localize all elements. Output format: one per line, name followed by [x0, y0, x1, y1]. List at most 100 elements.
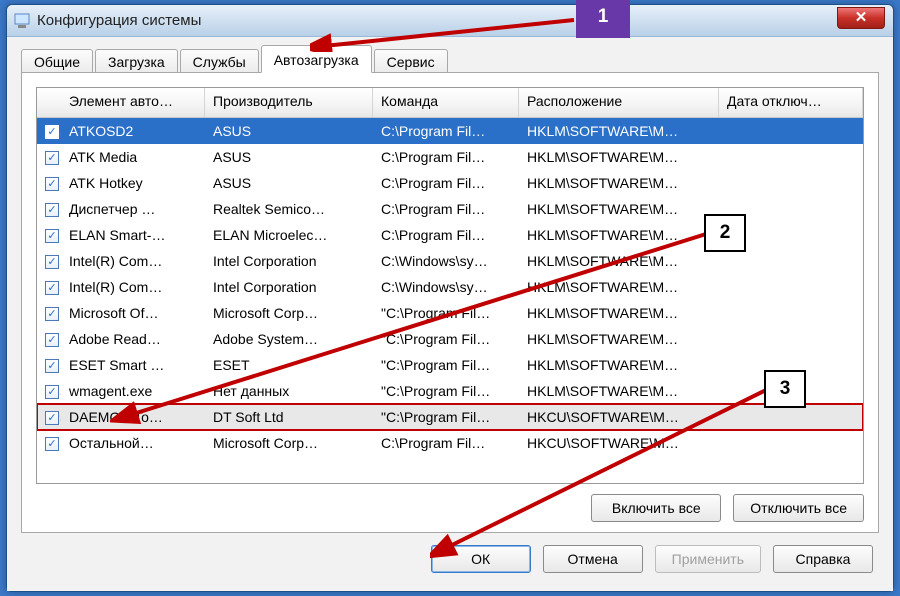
- table-row[interactable]: ✓ATK MediaASUSC:\Program Fil…HKLM\SOFTWA…: [37, 144, 863, 170]
- col-element[interactable]: Элемент авто…: [61, 88, 205, 117]
- tab-2[interactable]: Службы: [180, 49, 259, 73]
- cell-cmd: C:\Program Fil…: [373, 433, 519, 453]
- cell-element: ATK Media: [61, 147, 205, 167]
- cell-mf: ASUS: [205, 147, 373, 167]
- cell-loc: HKLM\SOFTWARE\M…: [519, 173, 719, 193]
- cell-mf: ASUS: [205, 121, 373, 141]
- cell-loc: HKLM\SOFTWARE\M…: [519, 199, 719, 219]
- row-checkbox[interactable]: ✓: [45, 229, 59, 243]
- cell-element: ESET Smart …: [61, 355, 205, 375]
- col-date-disabled[interactable]: Дата отключ…: [719, 88, 863, 117]
- cell-loc: HKLM\SOFTWARE\M…: [519, 121, 719, 141]
- tab-4[interactable]: Сервис: [374, 49, 448, 73]
- row-checkbox[interactable]: ✓: [45, 203, 59, 217]
- cell-date: [719, 415, 863, 419]
- table-row[interactable]: ✓Microsoft Of…Microsoft Corp…"C:\Program…: [37, 300, 863, 326]
- row-checkbox[interactable]: ✓: [45, 281, 59, 295]
- row-checkbox[interactable]: ✓: [45, 385, 59, 399]
- table-row[interactable]: ✓Intel(R) Com…Intel CorporationC:\Window…: [37, 274, 863, 300]
- cell-date: [719, 441, 863, 445]
- cell-loc: HKCU\SOFTWARE\M…: [519, 433, 719, 453]
- table-row[interactable]: ✓ATKOSD2ASUSC:\Program Fil…HKLM\SOFTWARE…: [37, 118, 863, 144]
- cell-mf: ESET: [205, 355, 373, 375]
- cancel-button[interactable]: Отмена: [543, 545, 643, 573]
- row-checkbox[interactable]: ✓: [45, 333, 59, 347]
- tab-0[interactable]: Общие: [21, 49, 93, 73]
- cell-cmd: "C:\Program Fil…: [373, 355, 519, 375]
- ok-button[interactable]: ОК: [431, 545, 531, 573]
- cell-date: [719, 207, 863, 211]
- annotation-2: 2: [704, 214, 746, 252]
- cell-element: Intel(R) Com…: [61, 251, 205, 271]
- cell-cmd: C:\Windows\sy…: [373, 251, 519, 271]
- cell-loc: HKLM\SOFTWARE\M…: [519, 329, 719, 349]
- titlebar[interactable]: Конфигурация системы ✕: [7, 5, 893, 37]
- table-row[interactable]: ✓DAEMON To…DT Soft Ltd"C:\Program Fil…HK…: [37, 404, 863, 430]
- cell-loc: HKLM\SOFTWARE\M…: [519, 147, 719, 167]
- cell-loc: HKLM\SOFTWARE\M…: [519, 225, 719, 245]
- col-manufacturer[interactable]: Производитель: [205, 88, 373, 117]
- col-checkbox[interactable]: [37, 88, 61, 117]
- annotation-1: 1: [576, 0, 630, 38]
- pane-button-row: Включить все Отключить все: [36, 484, 864, 522]
- table-row[interactable]: ✓ATK HotkeyASUSC:\Program Fil…HKLM\SOFTW…: [37, 170, 863, 196]
- cell-mf: Realtek Semico…: [205, 199, 373, 219]
- app-icon: [13, 12, 31, 30]
- cell-date: [719, 129, 863, 133]
- cell-cmd: C:\Program Fil…: [373, 199, 519, 219]
- cell-date: [719, 155, 863, 159]
- row-checkbox[interactable]: ✓: [45, 307, 59, 321]
- tab-1[interactable]: Загрузка: [95, 49, 178, 73]
- row-checkbox[interactable]: ✓: [45, 411, 59, 425]
- tab-pane-startup: Элемент авто… Производитель Команда Расп…: [21, 72, 879, 533]
- apply-button[interactable]: Применить: [655, 545, 761, 573]
- cell-cmd: "C:\Program Fil…: [373, 407, 519, 427]
- row-checkbox[interactable]: ✓: [45, 151, 59, 165]
- dialog-button-row: ОК Отмена Применить Справка: [21, 533, 879, 577]
- table-row[interactable]: ✓ESET Smart …ESET"C:\Program Fil…HKLM\SO…: [37, 352, 863, 378]
- window-title: Конфигурация системы: [37, 12, 201, 29]
- cell-date: [719, 181, 863, 185]
- cell-mf: Intel Corporation: [205, 251, 373, 271]
- close-button[interactable]: ✕: [837, 7, 885, 29]
- table-row[interactable]: ✓wmagent.exeНет данных"C:\Program Fil…HK…: [37, 378, 863, 404]
- cell-element: ELAN Smart-…: [61, 225, 205, 245]
- annotation-3: 3: [764, 370, 806, 408]
- cell-mf: Microsoft Corp…: [205, 433, 373, 453]
- cell-cmd: "C:\Program Fil…: [373, 381, 519, 401]
- cell-loc: HKLM\SOFTWARE\M…: [519, 381, 719, 401]
- listview-body[interactable]: ✓ATKOSD2ASUSC:\Program Fil…HKLM\SOFTWARE…: [37, 118, 863, 483]
- table-row[interactable]: ✓Остальной…Microsoft Corp…C:\Program Fil…: [37, 430, 863, 456]
- cell-element: Диспетчер …: [61, 199, 205, 219]
- cell-cmd: C:\Program Fil…: [373, 173, 519, 193]
- cell-element: Microsoft Of…: [61, 303, 205, 323]
- cell-mf: ASUS: [205, 173, 373, 193]
- row-checkbox[interactable]: ✓: [45, 177, 59, 191]
- cell-loc: HKLM\SOFTWARE\M…: [519, 303, 719, 323]
- cell-mf: Нет данных: [205, 381, 373, 401]
- cell-mf: Intel Corporation: [205, 277, 373, 297]
- disable-all-button[interactable]: Отключить все: [733, 494, 864, 522]
- cell-loc: HKCU\SOFTWARE\M…: [519, 407, 719, 427]
- listview-header: Элемент авто… Производитель Команда Расп…: [37, 88, 863, 118]
- cell-date: [719, 285, 863, 289]
- cell-element: DAEMON To…: [61, 407, 205, 427]
- col-location[interactable]: Расположение: [519, 88, 719, 117]
- row-checkbox[interactable]: ✓: [45, 125, 59, 139]
- row-checkbox[interactable]: ✓: [45, 437, 59, 451]
- cell-date: [719, 337, 863, 341]
- cell-date: [719, 259, 863, 263]
- help-button[interactable]: Справка: [773, 545, 873, 573]
- cell-element: ATK Hotkey: [61, 173, 205, 193]
- cell-element: wmagent.exe: [61, 381, 205, 401]
- startup-listview[interactable]: Элемент авто… Производитель Команда Расп…: [36, 87, 864, 484]
- row-checkbox[interactable]: ✓: [45, 359, 59, 373]
- tab-3[interactable]: Автозагрузка: [261, 45, 372, 73]
- tab-strip: ОбщиеЗагрузкаСлужбыАвтозагрузкаСервис: [21, 45, 879, 73]
- enable-all-button[interactable]: Включить все: [591, 494, 721, 522]
- table-row[interactable]: ✓Adobe Read…Adobe System…"C:\Program Fil…: [37, 326, 863, 352]
- cell-mf: DT Soft Ltd: [205, 407, 373, 427]
- row-checkbox[interactable]: ✓: [45, 255, 59, 269]
- col-command[interactable]: Команда: [373, 88, 519, 117]
- cell-cmd: C:\Program Fil…: [373, 147, 519, 167]
